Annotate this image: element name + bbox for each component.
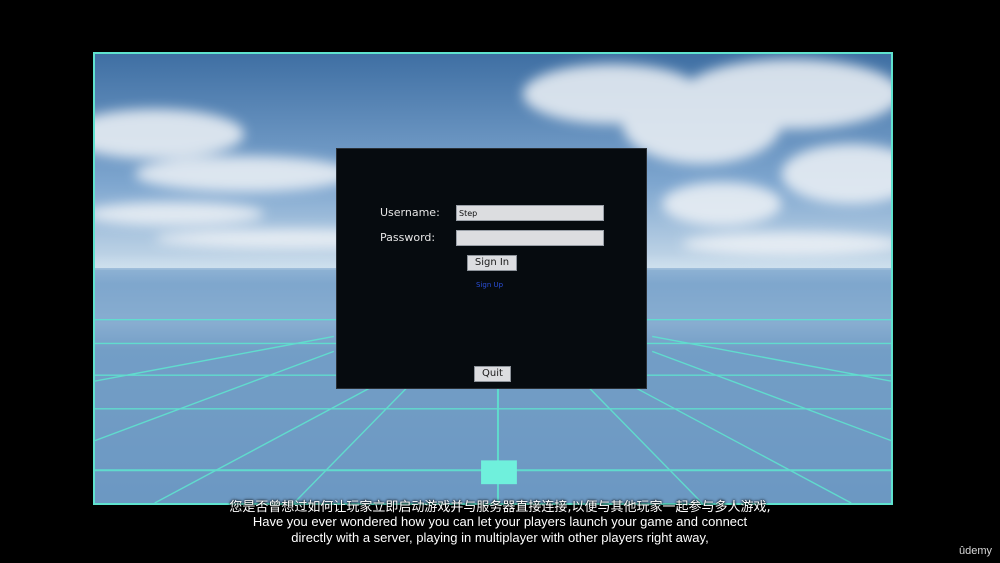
username-input[interactable] [456, 205, 604, 221]
quit-button[interactable]: Quit [474, 366, 511, 382]
sign-in-button[interactable]: Sign In [467, 255, 517, 271]
brand-watermark: ûdemy [958, 545, 992, 557]
login-dialog: Username: Password: Sign In Sign Up Quit [336, 148, 647, 389]
player-start-marker [481, 460, 517, 485]
username-label: Username: [380, 206, 440, 219]
password-label: Password: [380, 231, 436, 244]
subtitle-english-line1: Have you ever wondered how you can let y… [252, 514, 748, 529]
sign-up-link[interactable]: Sign Up [476, 281, 503, 289]
password-input[interactable] [456, 230, 604, 246]
subtitle-chinese: 您是否曾想过如何让玩家立即启动游戏并与服务器直接连接,以便与其他玩家一起参与多人… [229, 500, 771, 515]
subtitle-english-line2: directly with a server, playing in multi… [291, 530, 709, 545]
